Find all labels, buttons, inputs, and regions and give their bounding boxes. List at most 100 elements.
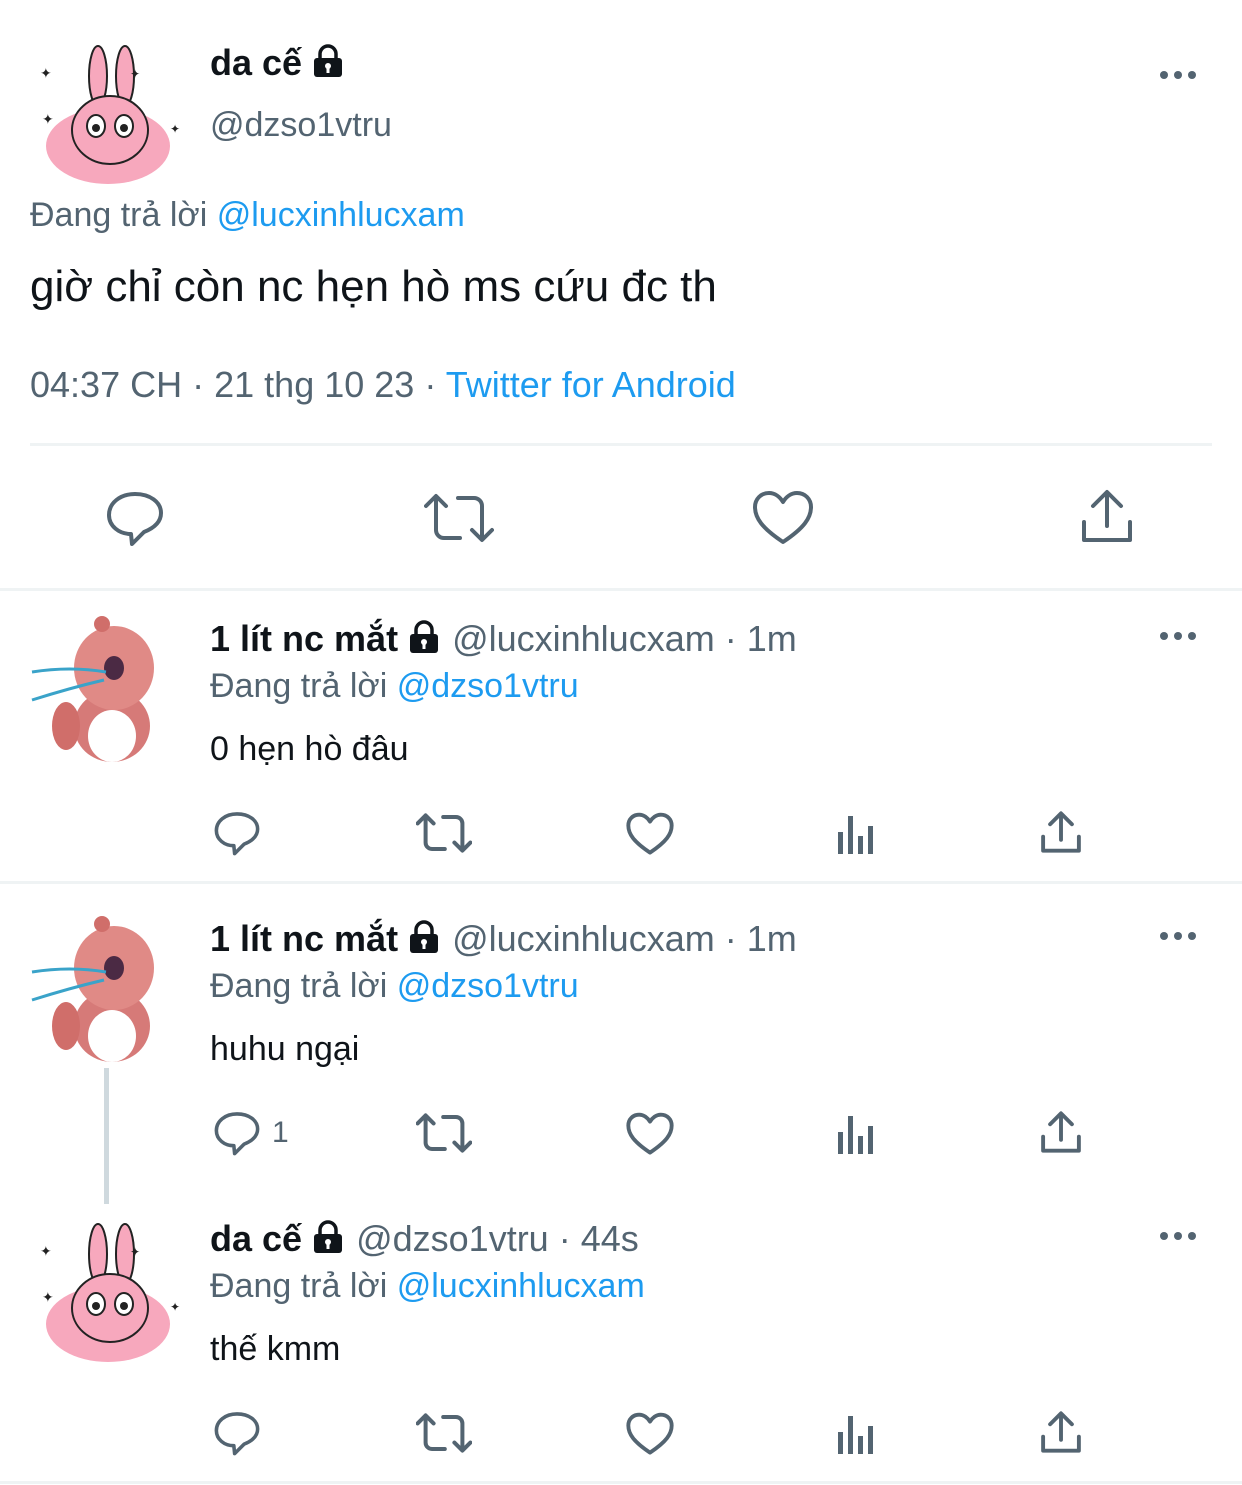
reply-age[interactable]: 44s: [581, 1218, 639, 1259]
main-tweet-text: giờ chỉ còn nc hẹn hò ms cứu đc th: [30, 262, 717, 311]
svg-text:✦: ✦: [130, 67, 140, 81]
like-icon: [626, 812, 674, 855]
tweet-time[interactable]: 04:37 CH: [30, 364, 182, 405]
retweet-button[interactable]: [416, 1112, 472, 1154]
reply-avatar[interactable]: ✦ ✦ ✦ ✦: [30, 1216, 190, 1366]
lock-icon: [310, 44, 346, 78]
replying-to-line: Đang trả lời @lucxinhlucxam: [210, 1267, 645, 1306]
thread-line: [104, 1068, 109, 1204]
reply-age[interactable]: 1m: [747, 918, 797, 959]
like-icon: [753, 491, 813, 544]
display-name[interactable]: da cế: [210, 1218, 302, 1259]
display-name[interactable]: da cế: [210, 42, 302, 83]
replying-prefix: Đang trả lời: [210, 667, 388, 705]
svg-text:✦: ✦: [40, 65, 52, 81]
views-button[interactable]: [836, 1414, 876, 1454]
retweet-button[interactable]: [416, 1412, 472, 1454]
replying-to-link[interactable]: @lucxinhlucxam: [217, 196, 465, 234]
like-button[interactable]: [752, 490, 814, 546]
meta-separator: ·: [714, 618, 747, 659]
reply-handle[interactable]: @dzso1vtru: [356, 1218, 549, 1259]
retweet-button[interactable]: [424, 492, 494, 544]
views-icon: [838, 1116, 873, 1154]
reply-avatar[interactable]: [30, 608, 160, 768]
svg-text:✦: ✦: [42, 111, 54, 127]
views-button[interactable]: [836, 814, 876, 854]
reply-count: 1: [272, 1116, 289, 1149]
replying-prefix: Đang trả lời: [210, 967, 388, 1005]
divider: [30, 443, 1212, 446]
svg-text:✦: ✦: [130, 1245, 140, 1259]
reply-text: thế kmm: [210, 1330, 341, 1368]
views-icon: [838, 816, 873, 854]
retweet-icon: [416, 1113, 472, 1153]
share-button[interactable]: [1040, 1110, 1082, 1154]
lock-icon: [406, 920, 442, 954]
replying-to-link[interactable]: @dzso1vtru: [397, 667, 579, 705]
like-icon: [626, 1112, 674, 1155]
meta-separator: ·: [714, 918, 747, 959]
meta-separator: ·: [548, 1218, 581, 1259]
like-button[interactable]: [626, 1412, 674, 1456]
main-handle[interactable]: @dzso1vtru: [210, 106, 392, 145]
share-button[interactable]: [1040, 1410, 1082, 1454]
like-icon: [626, 1412, 674, 1455]
retweet-icon: [424, 494, 494, 542]
more-icon[interactable]: [1160, 65, 1200, 85]
meta-separator: ·: [424, 364, 437, 405]
replying-prefix: Đang trả lời: [210, 1267, 388, 1305]
tweet-source[interactable]: Twitter for Android: [446, 364, 736, 405]
divider: [0, 588, 1242, 591]
svg-text:✦: ✦: [40, 1243, 52, 1259]
like-button[interactable]: [626, 812, 674, 856]
retweet-icon: [416, 813, 472, 853]
retweet-button[interactable]: [416, 812, 472, 854]
more-icon[interactable]: [1160, 626, 1200, 646]
retweet-icon: [416, 1413, 472, 1453]
views-icon: [838, 1416, 873, 1454]
more-icon[interactable]: [1160, 1226, 1200, 1246]
share-button[interactable]: [1040, 810, 1082, 854]
reply-header: 1 lít nc mắt @lucxinhlucxam · 1m: [210, 918, 797, 960]
reply-button[interactable]: [214, 1410, 260, 1456]
reply-button[interactable]: 1: [214, 1110, 304, 1158]
reply-header: 1 lít nc mắt @lucxinhlucxam · 1m: [210, 618, 797, 660]
svg-text:✦: ✦: [170, 122, 180, 136]
reply-icon: [214, 1412, 260, 1456]
lock-icon: [406, 620, 442, 654]
reply-icon: [107, 492, 163, 546]
replying-to-line: Đang trả lời @dzso1vtru: [210, 667, 579, 706]
share-icon: [1082, 490, 1132, 542]
divider: [0, 881, 1242, 884]
tweet-meta: 04:37 CH · 21 thg 10 23 · Twitter for An…: [30, 364, 736, 406]
reply-button[interactable]: [106, 490, 164, 546]
reply-button[interactable]: [214, 810, 260, 856]
lock-icon: [310, 1220, 346, 1254]
reply-text: huhu ngại: [210, 1030, 360, 1068]
views-button[interactable]: [836, 1114, 876, 1154]
like-button[interactable]: [626, 1112, 674, 1156]
share-icon: [1041, 1411, 1081, 1453]
main-avatar[interactable]: ✦ ✦ ✦ ✦: [30, 38, 190, 188]
replying-to-line: Đang trả lời @lucxinhlucxam: [30, 196, 465, 235]
share-button[interactable]: [1080, 488, 1134, 544]
reply-text: 0 hẹn hò đâu: [210, 730, 409, 768]
svg-text:✦: ✦: [170, 1300, 180, 1314]
main-display-name[interactable]: da cế: [210, 42, 346, 84]
replying-to-link[interactable]: @lucxinhlucxam: [397, 1267, 645, 1305]
replying-to-link[interactable]: @dzso1vtru: [397, 967, 579, 1005]
display-name[interactable]: 1 lít nc mắt: [210, 618, 398, 659]
svg-text:✦: ✦: [42, 1289, 54, 1305]
replying-prefix: Đang trả lời: [30, 196, 208, 234]
reply-header: da cế @dzso1vtru · 44s: [210, 1218, 639, 1260]
replying-to-line: Đang trả lời @dzso1vtru: [210, 967, 579, 1006]
reply-age[interactable]: 1m: [747, 618, 797, 659]
reply-handle[interactable]: @lucxinhlucxam: [452, 618, 715, 659]
reply-handle[interactable]: @lucxinhlucxam: [452, 918, 715, 959]
divider: [0, 1481, 1242, 1484]
reply-avatar[interactable]: [30, 908, 160, 1068]
reply-icon: [214, 812, 260, 856]
tweet-date[interactable]: 21 thg 10 23: [214, 364, 414, 405]
more-icon[interactable]: [1160, 926, 1200, 946]
display-name[interactable]: 1 lít nc mắt: [210, 918, 398, 959]
